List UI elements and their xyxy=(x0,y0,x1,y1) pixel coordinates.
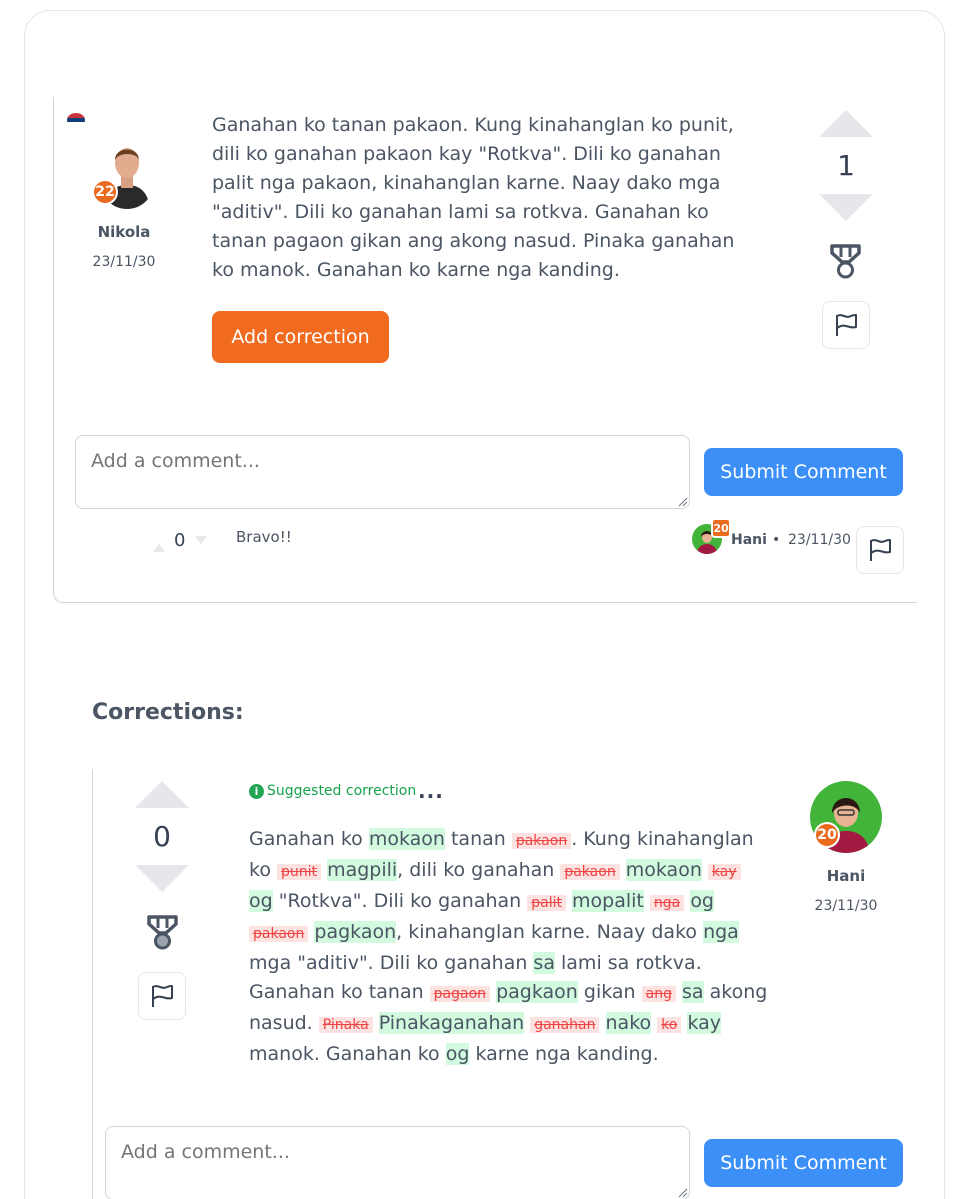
post-date: 23/11/30 xyxy=(92,254,156,270)
correction-vote-count: 0 xyxy=(153,820,171,853)
inserted-word: og xyxy=(690,890,714,912)
comment-upvote-button[interactable] xyxy=(153,544,165,552)
correction-upvote-button[interactable] xyxy=(135,781,189,808)
comment-date: 23/11/30 xyxy=(788,532,851,548)
deleted-word: nga xyxy=(649,895,685,911)
deleted-word: pagaon xyxy=(429,986,491,1002)
deleted-word: ko xyxy=(657,1017,682,1033)
corrector-name[interactable]: Hani xyxy=(814,867,878,885)
deleted-word: punit xyxy=(277,864,322,880)
suggested-correction-text: Suggested correction xyxy=(267,783,417,799)
separator-dot: • xyxy=(772,532,781,548)
inserted-word: pagkaon xyxy=(314,921,397,943)
flag-icon xyxy=(836,314,857,336)
unchanged-text: "Rotkva". Dili ko ganahan xyxy=(272,890,528,912)
inserted-word: og xyxy=(249,890,273,912)
report-button[interactable] xyxy=(822,301,870,349)
medal-icon[interactable] xyxy=(829,244,862,280)
commenter-name[interactable]: Hani xyxy=(731,532,767,548)
unchanged-text: tanan xyxy=(444,828,512,850)
medal-icon[interactable] xyxy=(146,915,179,951)
unchanged-text: gikan xyxy=(577,981,642,1003)
resize-handle-icon[interactable] xyxy=(678,497,688,507)
deleted-word: ang xyxy=(641,986,676,1002)
unchanged-text: , dili ko ganahan xyxy=(397,859,561,881)
deleted-word: ganahan xyxy=(530,1017,600,1033)
unchanged-text xyxy=(620,859,626,881)
inserted-word: magpili xyxy=(327,859,398,881)
suggested-correction-label: i Suggested correction xyxy=(249,783,416,799)
corrector-level-badge: 20 xyxy=(814,822,840,848)
deleted-word: pakaon xyxy=(511,833,572,849)
inserted-word: nga xyxy=(703,921,739,943)
serbia-flag-icon xyxy=(67,113,85,127)
comment-text: Bravo!! xyxy=(236,528,292,546)
unchanged-text: manok. Ganahan ko xyxy=(249,1043,446,1065)
unchanged-text: mga "aditiv". Dili ko ganahan xyxy=(249,952,534,974)
post-text: Ganahan ko tanan pakaon. Kung kinahangla… xyxy=(212,114,735,281)
inserted-word: nako xyxy=(605,1012,652,1034)
unchanged-text: Ganahan ko xyxy=(249,828,369,850)
comment-input[interactable] xyxy=(75,435,690,509)
unchanged-text: , kinahanglan karne. Naay dako xyxy=(396,921,704,943)
inserted-word: kay xyxy=(687,1012,721,1034)
more-options-button[interactable]: ... xyxy=(418,779,444,803)
inserted-word: pagkaon xyxy=(496,981,578,1003)
unchanged-text xyxy=(702,859,708,881)
resize-handle-icon[interactable] xyxy=(678,1188,688,1198)
deleted-word: pakaon xyxy=(249,926,309,942)
unchanged-text xyxy=(599,1012,605,1034)
commenter-level-badge: 20 xyxy=(711,518,731,538)
unchanged-text xyxy=(644,890,650,912)
inserted-word: sa xyxy=(533,952,555,974)
correction-report-button[interactable] xyxy=(138,972,186,1020)
deleted-word: Pinaka xyxy=(318,1017,373,1033)
correction-date: 23/11/30 xyxy=(814,898,878,914)
add-correction-button[interactable]: Add correction xyxy=(212,311,389,363)
deleted-word: kay xyxy=(707,864,741,880)
flag-icon xyxy=(152,985,173,1007)
inserted-word: sa xyxy=(682,981,704,1003)
correction-downvote-button[interactable] xyxy=(135,865,189,892)
inserted-word: og xyxy=(445,1043,470,1065)
vote-count: 1 xyxy=(837,149,855,182)
unchanged-text xyxy=(373,1012,379,1034)
inserted-word: mokaon xyxy=(625,859,702,881)
correction-submit-comment-button[interactable]: Submit Comment xyxy=(704,1139,903,1187)
inserted-word: Pinakaganahan xyxy=(378,1012,525,1034)
author-name[interactable]: Nikola xyxy=(92,223,156,241)
flag-icon xyxy=(870,539,891,561)
comment-downvote-button[interactable] xyxy=(195,536,207,544)
upvote-button[interactable] xyxy=(819,110,873,137)
inserted-word: mopalit xyxy=(572,890,644,912)
submit-comment-button[interactable]: Submit Comment xyxy=(704,448,903,496)
level-badge: 22 xyxy=(92,179,118,205)
comment-vote-count: 0 xyxy=(174,530,186,551)
info-icon: i xyxy=(249,783,264,799)
inserted-word: mokaon xyxy=(368,828,445,850)
unchanged-text: karne nga kanding. xyxy=(469,1043,659,1065)
deleted-word: pakaon xyxy=(560,864,620,880)
corrections-heading: Corrections: xyxy=(92,700,244,725)
comment-report-button[interactable] xyxy=(856,526,904,574)
deleted-word: palit xyxy=(527,895,566,911)
correction-comment-input[interactable] xyxy=(105,1126,690,1199)
correction-text: Ganahan ko mokaon tanan pakaon. Kung kin… xyxy=(249,825,769,1069)
downvote-button[interactable] xyxy=(819,194,873,221)
